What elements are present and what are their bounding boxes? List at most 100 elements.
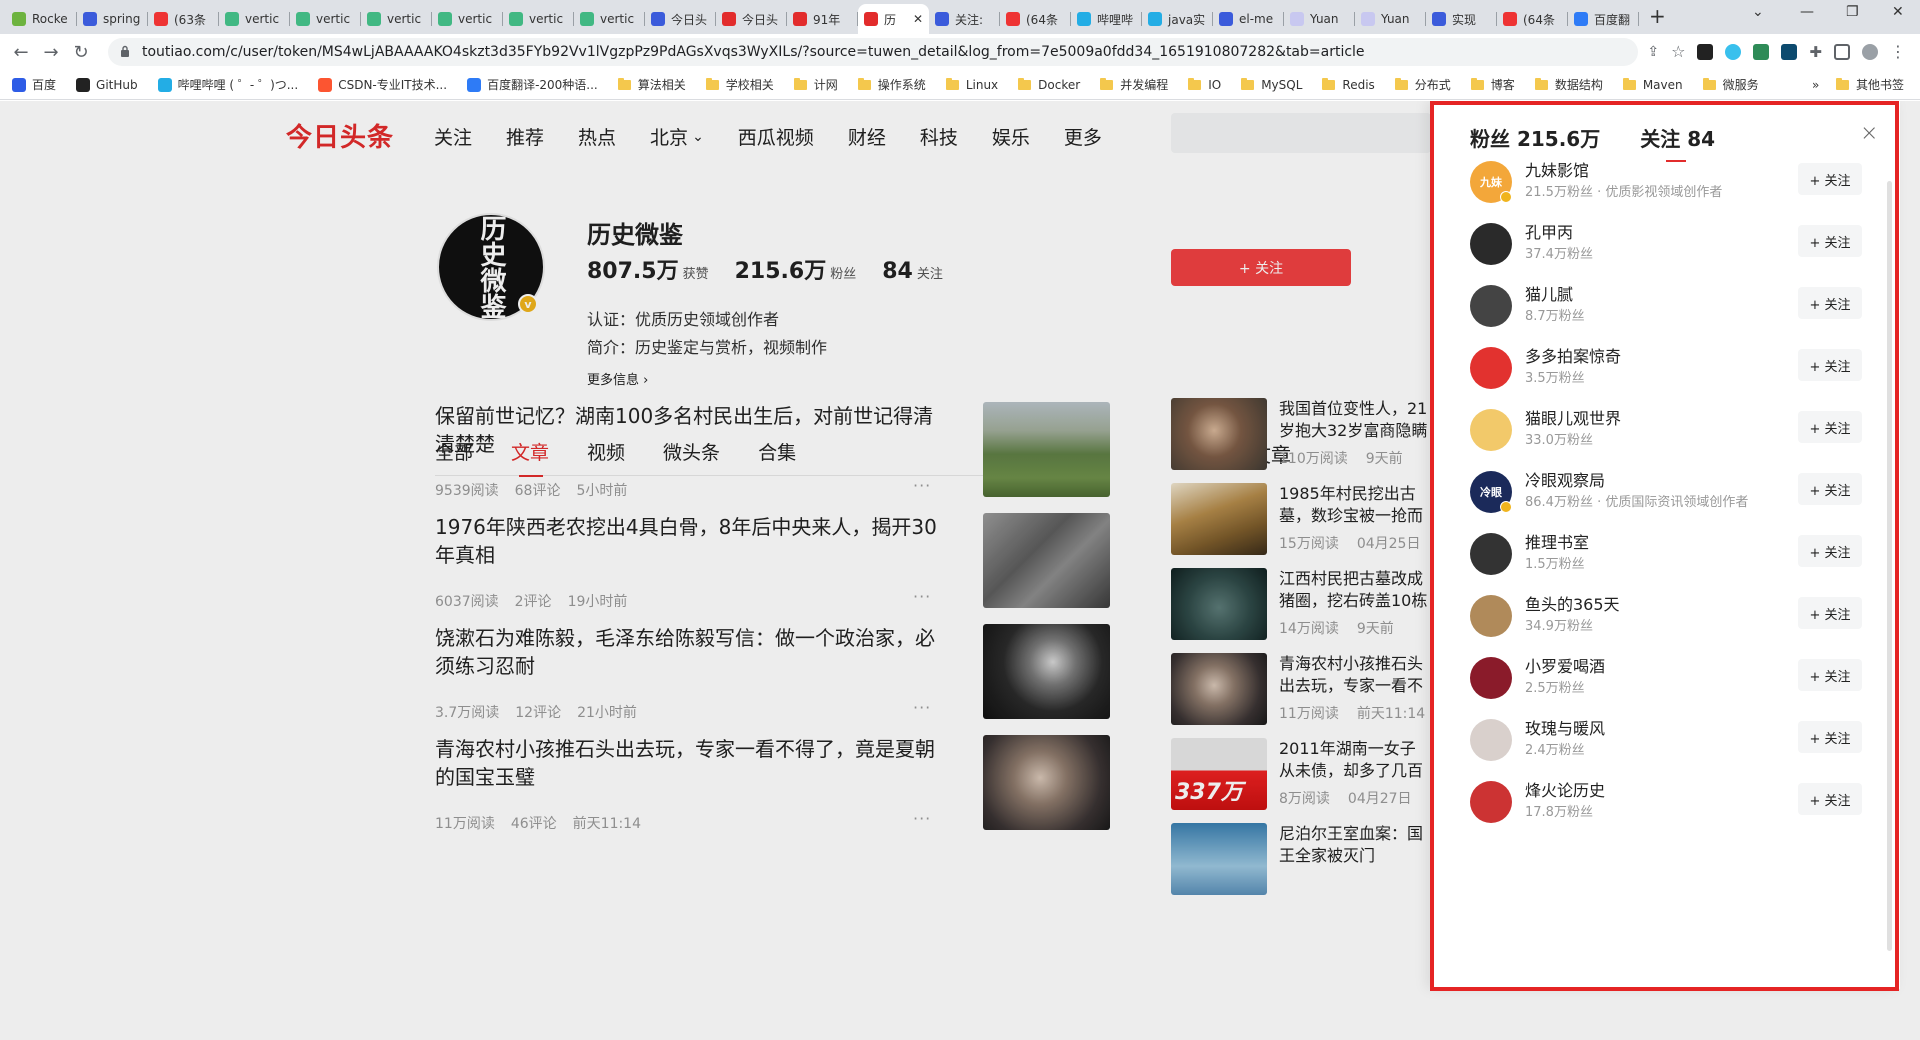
extension-icon-4[interactable] xyxy=(1781,43,1798,60)
bookmark-item[interactable]: Maven xyxy=(1622,77,1683,92)
tab-following[interactable]: 关注 84 xyxy=(1640,123,1715,162)
user-avatar[interactable] xyxy=(1470,533,1512,575)
tab-search-icon[interactable]: ⌄ xyxy=(1752,4,1764,20)
browser-tab[interactable]: Rocke xyxy=(6,4,77,34)
puzzle-icon[interactable]: ✚ xyxy=(1809,43,1822,61)
nav-item[interactable]: 财经 xyxy=(848,123,886,150)
sidepanel-icon[interactable] xyxy=(1834,43,1850,60)
follow-user-button[interactable]: + 关注 xyxy=(1798,473,1862,505)
address-bar[interactable]: toutiao.com/c/user/token/MS4wLjABAAAAKO4… xyxy=(108,38,1638,66)
bookmark-item[interactable]: Linux xyxy=(945,77,998,92)
bookmarks-overflow-icon[interactable]: » xyxy=(1812,78,1819,92)
browser-tab[interactable]: Yuan xyxy=(1284,4,1355,34)
bookmark-item[interactable]: Redis xyxy=(1322,77,1375,92)
nav-item[interactable]: 科技 xyxy=(920,123,958,150)
new-tab-icon[interactable]: + xyxy=(1649,4,1666,28)
extension-icon-3[interactable] xyxy=(1753,43,1770,60)
user-avatar[interactable] xyxy=(1470,347,1512,389)
browser-tab[interactable]: java实 xyxy=(1142,4,1213,34)
article-item[interactable]: 1976年陕西老农挖出4具白骨，8年后中央来人，揭开30年真相 6037阅读 2评论… xyxy=(435,513,1110,631)
panel-close-icon[interactable]: × xyxy=(1860,121,1878,146)
follow-user-button[interactable]: + 关注 xyxy=(1798,783,1862,815)
bookmark-item[interactable]: IO xyxy=(1188,77,1221,92)
hot-article-title[interactable]: 青海农村小孩推石头出去玩，专家一看不得了， xyxy=(1279,653,1429,697)
tab-fans[interactable]: 粉丝 215.6万 xyxy=(1470,123,1600,152)
more-icon[interactable]: ··· xyxy=(913,809,931,828)
nav-item[interactable]: 西瓜视频 xyxy=(738,123,814,150)
follow-user-button[interactable]: + 关注 xyxy=(1798,535,1862,567)
browser-tab[interactable]: 历 ✕ xyxy=(858,4,929,34)
bookmark-item[interactable]: 计网 xyxy=(793,76,838,93)
browser-tab[interactable]: (63条 xyxy=(148,4,219,34)
article-thumbnail[interactable] xyxy=(983,402,1110,497)
more-icon[interactable]: ··· xyxy=(913,587,931,606)
hot-thumbnail[interactable] xyxy=(1171,823,1267,895)
follow-user-button[interactable]: + 关注 xyxy=(1798,287,1862,319)
hot-article-title[interactable]: 1985年村民挖出古墓，数珍宝被一抢而空，千 xyxy=(1279,483,1429,527)
toutiao-logo[interactable]: 今日头条 xyxy=(286,117,394,154)
browser-tab[interactable]: 实现 xyxy=(1426,4,1497,34)
user-name[interactable]: 孔甲丙 xyxy=(1525,219,1573,243)
bookmark-item[interactable]: Docker xyxy=(1018,77,1080,92)
user-name[interactable]: 多多拍案惊奇 xyxy=(1525,343,1621,367)
article-title[interactable]: 1976年陕西老农挖出4具白骨，8年后中央来人，揭开30年真相 xyxy=(435,513,945,569)
bookmark-item[interactable]: MySQL xyxy=(1241,77,1302,92)
minimize-icon[interactable]: — xyxy=(1800,4,1814,20)
nav-item[interactable]: 推荐 xyxy=(506,123,544,150)
browser-tab[interactable]: 今日头 xyxy=(645,4,716,34)
user-name[interactable]: 猫眼儿观世界 xyxy=(1525,405,1621,429)
user-avatar[interactable] xyxy=(1470,285,1512,327)
article-item[interactable]: 青海农村小孩推石头出去玩，专家一看不得了，竟是夏朝的国宝玉璧 11万阅读 46评论前… xyxy=(435,735,1110,853)
follow-user-button[interactable]: + 关注 xyxy=(1798,349,1862,381)
follow-user-button[interactable]: + 关注 xyxy=(1798,721,1862,753)
user-avatar[interactable] xyxy=(1470,657,1512,699)
nav-item[interactable]: 北京 ⌄ xyxy=(650,123,704,150)
bookmark-item[interactable]: 微服务 xyxy=(1702,76,1759,93)
user-name[interactable]: 烽火论历史 xyxy=(1525,777,1605,801)
maximize-icon[interactable]: ❐ xyxy=(1846,4,1859,20)
follow-user-button[interactable]: + 关注 xyxy=(1798,411,1862,443)
profile-avatar-icon[interactable] xyxy=(1862,43,1878,60)
bookmark-item[interactable]: 分布式 xyxy=(1394,76,1451,93)
user-avatar[interactable] xyxy=(1470,781,1512,823)
user-name[interactable]: 九妹影馆 xyxy=(1525,157,1589,181)
browser-tab[interactable]: 百度翻 xyxy=(1568,4,1639,34)
user-name[interactable]: 玫瑰与暖风 xyxy=(1525,715,1605,739)
browser-tab[interactable]: vertic xyxy=(290,4,361,34)
bookmark-item[interactable]: 博客 xyxy=(1470,76,1515,93)
browser-tab[interactable]: 91年 xyxy=(787,4,858,34)
article-item[interactable]: 饶漱石为难陈毅，毛泽东给陈毅写信：做一个政治家，必须练习忍耐 3.7万阅读 12评论… xyxy=(435,624,1110,742)
user-avatar[interactable] xyxy=(1470,595,1512,637)
article-thumbnail[interactable] xyxy=(983,513,1110,608)
browser-tab[interactable]: 哔哩哔 xyxy=(1071,4,1142,34)
follow-user-button[interactable]: + 关注 xyxy=(1798,163,1862,195)
hot-article-item[interactable]: 尼泊尔王室血案：国王全家被灭门 xyxy=(1171,823,1431,895)
nav-item[interactable]: 娱乐 xyxy=(992,123,1030,150)
bookmark-item[interactable]: GitHub xyxy=(76,77,138,92)
bookmark-item[interactable]: 百度 xyxy=(12,76,56,93)
hot-thumbnail[interactable] xyxy=(1171,398,1267,470)
hot-article-item[interactable]: 337万 2011年湖南一女子从未债，却多了几百万债务 8万阅读 04月27日 xyxy=(1171,738,1431,810)
bookmark-item[interactable]: 数据结构 xyxy=(1534,76,1603,93)
follow-button[interactable]: + 关注 xyxy=(1171,249,1351,286)
user-avatar[interactable] xyxy=(1470,409,1512,451)
browser-tab[interactable]: vertic xyxy=(432,4,503,34)
user-avatar[interactable] xyxy=(1470,223,1512,265)
browser-tab[interactable]: Yuan xyxy=(1355,4,1426,34)
back-icon[interactable]: ← xyxy=(6,42,36,63)
article-item[interactable]: 保留前世记忆？湖南100多名村民出生后，对前世记得清清楚楚 9539阅读 68评论 5… xyxy=(435,402,1110,520)
article-thumbnail[interactable] xyxy=(983,735,1110,830)
hot-article-title[interactable]: 江西村民把古墓改成猪圈，挖右砖盖10栋房 xyxy=(1279,568,1429,612)
bookmark-item[interactable]: CSDN-专业IT技术... xyxy=(318,76,447,93)
bookmark-star-icon[interactable]: ☆ xyxy=(1671,42,1685,61)
nav-item[interactable]: 更多 xyxy=(1064,123,1102,150)
forward-icon[interactable]: → xyxy=(36,42,66,63)
nav-item[interactable]: 热点 xyxy=(578,123,616,150)
follow-user-button[interactable]: + 关注 xyxy=(1798,597,1862,629)
bookmark-item[interactable]: 学校相关 xyxy=(705,76,774,93)
window-close-icon[interactable]: ✕ xyxy=(1892,4,1904,20)
user-name[interactable]: 推理书室 xyxy=(1525,529,1589,553)
article-thumbnail[interactable] xyxy=(983,624,1110,719)
browser-tab[interactable]: vertic xyxy=(361,4,432,34)
hot-article-title[interactable]: 尼泊尔王室血案：国王全家被灭门 xyxy=(1279,823,1429,867)
